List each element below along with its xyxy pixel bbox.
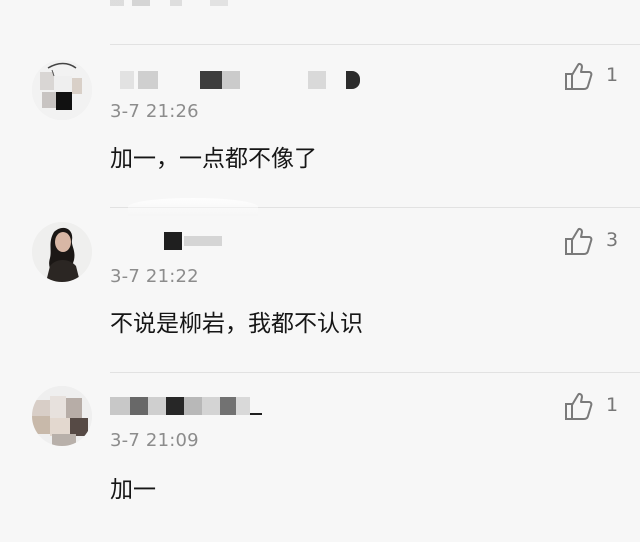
like-button[interactable]: 1 [564,390,622,422]
comment-2: 3-7 21:22 不说是柳岩，我都不认识 3 [0,207,640,367]
comment-text: 不说是柳岩，我都不认识 [110,311,363,337]
like-count: 1 [606,64,619,86]
redacted-username[interactable] [110,71,370,89]
previous-comment-fragment [110,0,290,6]
comment-text: 加一，一点都不像了 [110,146,317,172]
redacted-username[interactable] [110,232,370,250]
comment-time: 3-7 21:09 [110,430,199,451]
avatar[interactable] [32,386,92,446]
comment-time: 3-7 21:22 [110,266,199,287]
thumbs-up-icon [565,62,593,90]
like-button[interactable]: 1 [564,60,622,92]
comment-time: 3-7 21:26 [110,101,199,122]
comment-1: 3-7 21:26 加一，一点都不像了 1 [0,44,640,204]
comment-text: 加一 [110,477,156,503]
avatar[interactable] [32,222,92,282]
like-count: 3 [606,229,619,251]
comment-3: 3-7 21:09 加一 1 [0,372,640,532]
like-button[interactable]: 3 [564,225,622,257]
thumbs-up-icon [565,227,593,255]
thumbs-up-icon [565,392,593,420]
redacted-username[interactable] [110,397,370,415]
avatar[interactable] [32,60,92,120]
like-count: 1 [606,394,619,416]
